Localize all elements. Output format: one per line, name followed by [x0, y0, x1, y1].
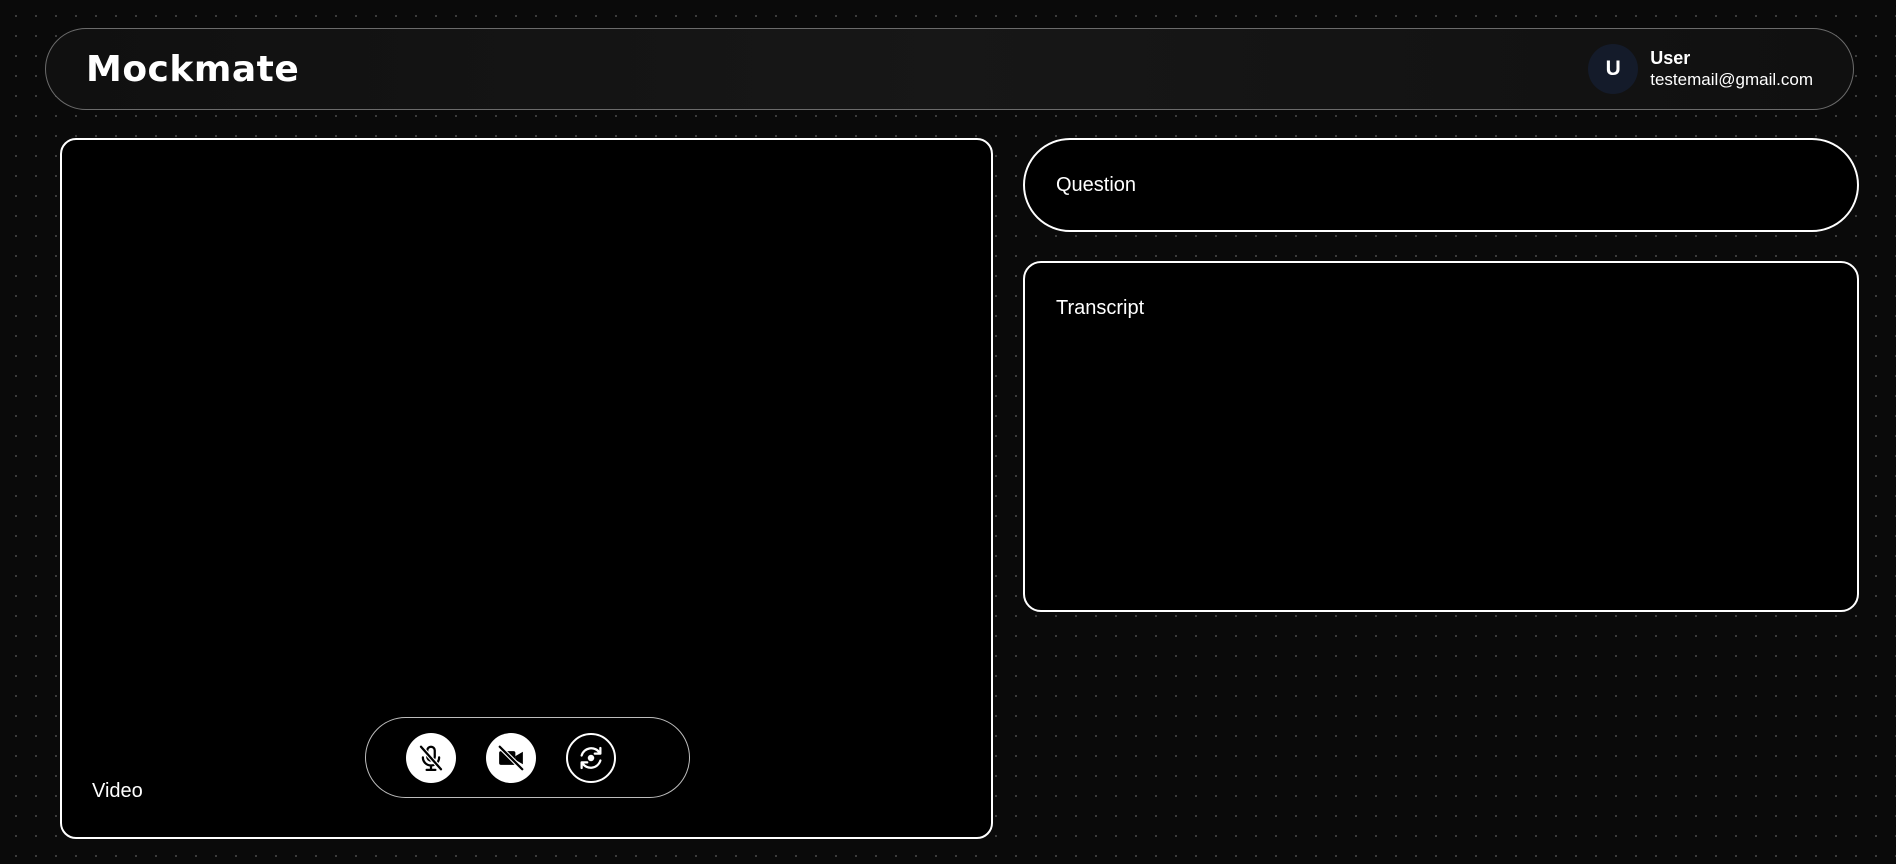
camera-switch-icon [580, 746, 602, 769]
question-panel: Question [1023, 138, 1859, 232]
user-profile[interactable]: U User testemail@gmail.com [1588, 44, 1813, 94]
video-off-icon [497, 744, 525, 771]
top-header: Mockmate U User testemail@gmail.com [45, 28, 1854, 110]
question-label: Question [1056, 173, 1137, 196]
user-name: User [1650, 48, 1691, 68]
camera-off-button[interactable] [486, 732, 536, 783]
mute-mic-button[interactable] [406, 732, 456, 783]
user-info: User testemail@gmail.com [1650, 48, 1813, 90]
mic-off-icon [418, 744, 444, 771]
video-panel: Video [60, 138, 993, 839]
brand-logo[interactable]: Mockmate [86, 49, 299, 90]
media-controls [365, 717, 690, 798]
transcript-label: Transcript [1056, 297, 1145, 319]
switch-camera-button[interactable] [566, 732, 616, 783]
avatar[interactable]: U [1588, 44, 1639, 94]
video-label: Video [92, 780, 143, 802]
user-email: testemail@gmail.com [1650, 70, 1813, 89]
transcript-panel: Transcript [1023, 261, 1859, 612]
